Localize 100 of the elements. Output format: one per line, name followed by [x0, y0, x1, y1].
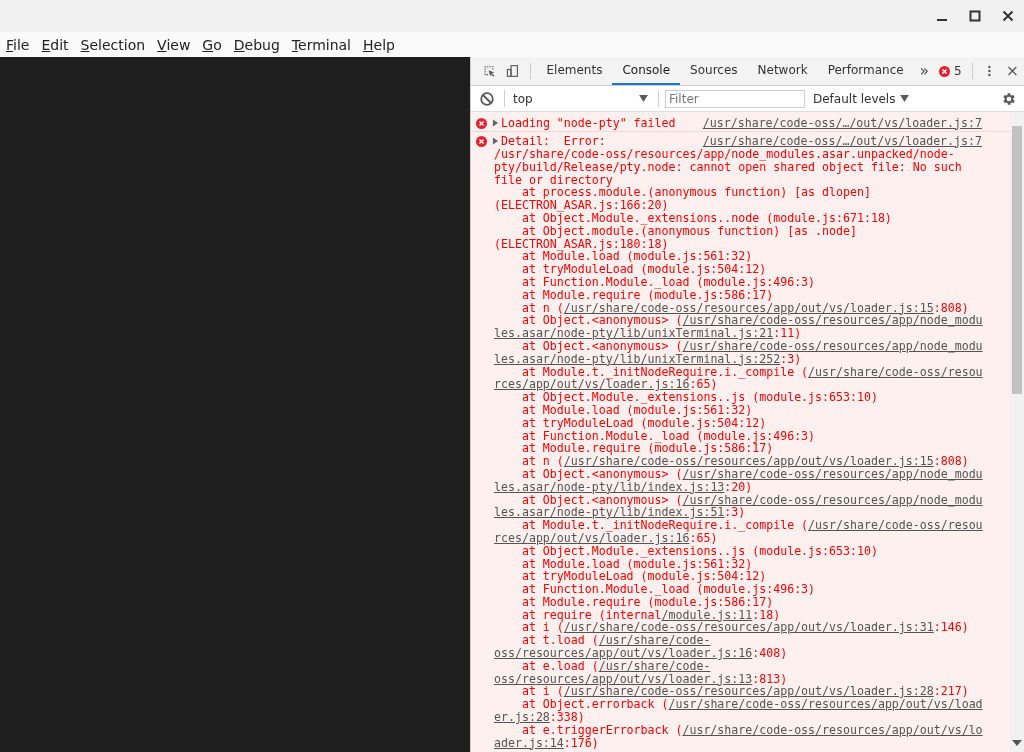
stack-link[interactable]: les.asar/node-pty/lib/unixTerminal.js:21	[494, 326, 774, 341]
stack-link[interactable]: /usr/share/code-oss/resources/app/out/vs/loader.js:15	[563, 300, 934, 315]
stack-link[interactable]: /usr/share/code-oss/resou	[808, 518, 983, 533]
error-icon	[476, 117, 487, 129]
menu-item[interactable]: File	[6, 36, 30, 53]
stack-frame-text: at require (internal	[521, 607, 662, 622]
more-tabs-button[interactable]: »	[913, 57, 935, 85]
stack-frame: at Module.require (module.js:586:17)	[494, 288, 983, 302]
error-count-badge[interactable]: 5	[934, 57, 966, 85]
stack-frame-text: :808)	[933, 454, 969, 469]
stack-frame: at Module.load (module.js:561:32)	[494, 250, 983, 264]
stack-frame-text: :338)	[549, 710, 585, 725]
stack-link[interactable]: rces/app/out/vs/loader.js:16	[494, 377, 690, 392]
stack-frame: at Module.require (module.js:586:17)	[494, 442, 983, 456]
stack-frame-text: at Object.<anonymous> (	[521, 492, 683, 507]
stack-frame-text: at Module.t._initNodeRequire.i._compile (	[521, 518, 809, 533]
stack-frame: at Module.load (module.js:561:32)	[494, 557, 983, 571]
stack-frame-text: at Object.errorback (	[521, 697, 669, 712]
stack-frame: at Function.Module._load (module.js:496:3)	[494, 275, 983, 289]
stack-frame: at process.module.(anonymous function) [as dlopen] (ELECTRON_ASAR.js:166:20)	[494, 186, 983, 212]
stack-frame-text: at Module.t._initNodeRequire.i._compile (	[521, 364, 809, 379]
close-icon[interactable]	[1002, 10, 1014, 22]
stack-frame-text: at Object.<anonymous> (	[521, 466, 683, 481]
menu-item[interactable]: Selection	[80, 36, 146, 53]
tab[interactable]: Sources	[680, 57, 748, 85]
stack-frame-text: :3)	[724, 505, 746, 520]
clear-console-icon[interactable]	[479, 90, 495, 107]
stack-frame: at tryModuleLoad (module.js:504:12)	[494, 263, 983, 276]
stack-frame-text: :3)	[780, 351, 802, 366]
stack-frame-text: :20)	[724, 479, 753, 494]
inspect-icon[interactable]	[483, 63, 496, 79]
menu-item[interactable]: Edit	[41, 36, 69, 53]
source-link[interactable]: /usr/share/code-oss/…/out/vs/loader.js:7	[702, 134, 982, 148]
tab[interactable]: Network	[747, 57, 818, 85]
settings-icon[interactable]	[1001, 90, 1017, 107]
expand-arrow-icon[interactable]	[492, 119, 499, 127]
stack-frame: at tryModuleLoad (module.js:504:12)	[494, 416, 983, 430]
stack-link[interactable]: les.asar/node-pty/lib/index.js:51	[494, 505, 725, 520]
stack-link[interactable]: /usr/share/code-oss/resou	[808, 364, 983, 379]
filter-field[interactable]: Filter	[665, 89, 805, 108]
stack-frame-text: :146)	[933, 620, 969, 635]
stack-frame-text: at n (	[521, 454, 564, 469]
log-levels-dropdown[interactable]: Default levels	[813, 91, 910, 106]
stack-frame-text: :408)	[752, 646, 788, 661]
message-text: Detail: Error:	[501, 134, 607, 148]
stack-frame-text: at e.load (	[521, 658, 599, 673]
stack-link[interactable]: /usr/share/code-oss/resources/app/out/vs/load	[668, 697, 983, 712]
stack-frame-text: :65)	[689, 377, 718, 392]
stack-link[interactable]: ader.js:14	[494, 735, 564, 750]
stack-frame-text: at Object.<anonymous> (	[521, 313, 683, 328]
caret-icon	[900, 95, 910, 102]
stack-link[interactable]: oss/resources/app/out/vs/loader.js:13	[494, 671, 753, 686]
stack-frame-text: at e.triggerErrorback (	[521, 722, 683, 737]
stack-frame-text: at n (	[521, 300, 564, 315]
menu-item[interactable]: Debug	[233, 36, 280, 53]
stack-frame-text: :65)	[689, 530, 718, 545]
stack-frame-text: at t.load (	[521, 633, 599, 648]
stack-frame-text: :813)	[752, 671, 788, 686]
stack-link[interactable]: /usr/share/code-oss/resources/app/node_modu	[682, 313, 983, 328]
stack-frame-text: :11)	[773, 326, 802, 341]
source-link[interactable]: /usr/share/code-oss/…/out/vs/loader.js:7	[702, 116, 982, 130]
error-icon	[476, 135, 487, 147]
scrollbar[interactable]	[1010, 112, 1024, 752]
stack-frame: at Object.Module._extensions..js (module.js:653:10)	[494, 391, 983, 404]
stack-link[interactable]: /usr/share/code-oss/resources/app/out/vs/loader.js:15	[563, 454, 934, 469]
stack-link[interactable]: er.js:28	[494, 710, 550, 725]
maximize-icon[interactable]	[969, 10, 981, 22]
stack-link[interactable]: les.asar/node-pty/lib/unixTerminal.js:252	[494, 351, 781, 366]
stack-frame-text: :217)	[933, 684, 969, 699]
stack-frame: at tryModuleLoad (module.js:504:12)	[494, 570, 983, 584]
tab[interactable]: Elements	[536, 57, 613, 85]
stack-link[interactable]: /usr/share/code-	[598, 633, 711, 648]
device-icon[interactable]	[505, 63, 519, 79]
context-dropdown[interactable]: top	[511, 91, 652, 106]
stack-link[interactable]: /usr/share/code-oss/resources/app/out/vs/lo	[682, 722, 983, 737]
caret-icon	[639, 95, 648, 102]
message-text: Loading "node-pty" failed	[501, 116, 677, 130]
stack-frame-text: at i (	[521, 684, 564, 699]
stack-link[interactable]: /module.js:11	[661, 607, 753, 622]
stack-frame: at Module.load (module.js:561:32)	[494, 403, 983, 417]
stack-frame: at Function.Module._load (module.js:496:3)	[494, 429, 983, 443]
tab[interactable]: Performance	[817, 57, 914, 85]
stack-frame: at Object.Module._extensions..js (module.js:653:10)	[494, 544, 983, 558]
stack-frame: at Object.Module._extensions..node (module.js:671:18)	[494, 212, 983, 225]
menu-item[interactable]: Help	[363, 36, 395, 53]
scroll-down-arrow-icon[interactable]	[1012, 740, 1022, 746]
stack-frame: at Object.module.(anonymous function) [as .node] (ELECTRON_ASAR.js:180:18)	[494, 224, 983, 251]
menu-item[interactable]: View	[157, 36, 191, 53]
stack-frame-text: :176)	[563, 735, 599, 750]
stack-frame-text: :18)	[752, 607, 781, 622]
stack-link[interactable]: /usr/share/code-oss/resources/app/node_modu	[682, 492, 983, 507]
stack-frame: at Function.Module._load (module.js:496:3)	[494, 583, 983, 596]
stack-frame: at Module.require (module.js:586:17)	[494, 595, 983, 609]
stack-link[interactable]: /usr/share/code-oss/resources/app/out/vs/loader.js:31	[563, 620, 934, 635]
stack-link[interactable]: les.asar/node-pty/lib/index.js:13	[494, 479, 725, 494]
expand-arrow-icon[interactable]	[492, 137, 499, 145]
stack-link[interactable]: /usr/share/code-oss/resources/app/out/vs/loader.js:28	[563, 684, 934, 699]
menu-item[interactable]: Go	[202, 36, 222, 53]
stack-link[interactable]: oss/resources/app/out/vs/loader.js:16	[494, 646, 753, 661]
menu-item[interactable]: Terminal	[291, 36, 351, 53]
